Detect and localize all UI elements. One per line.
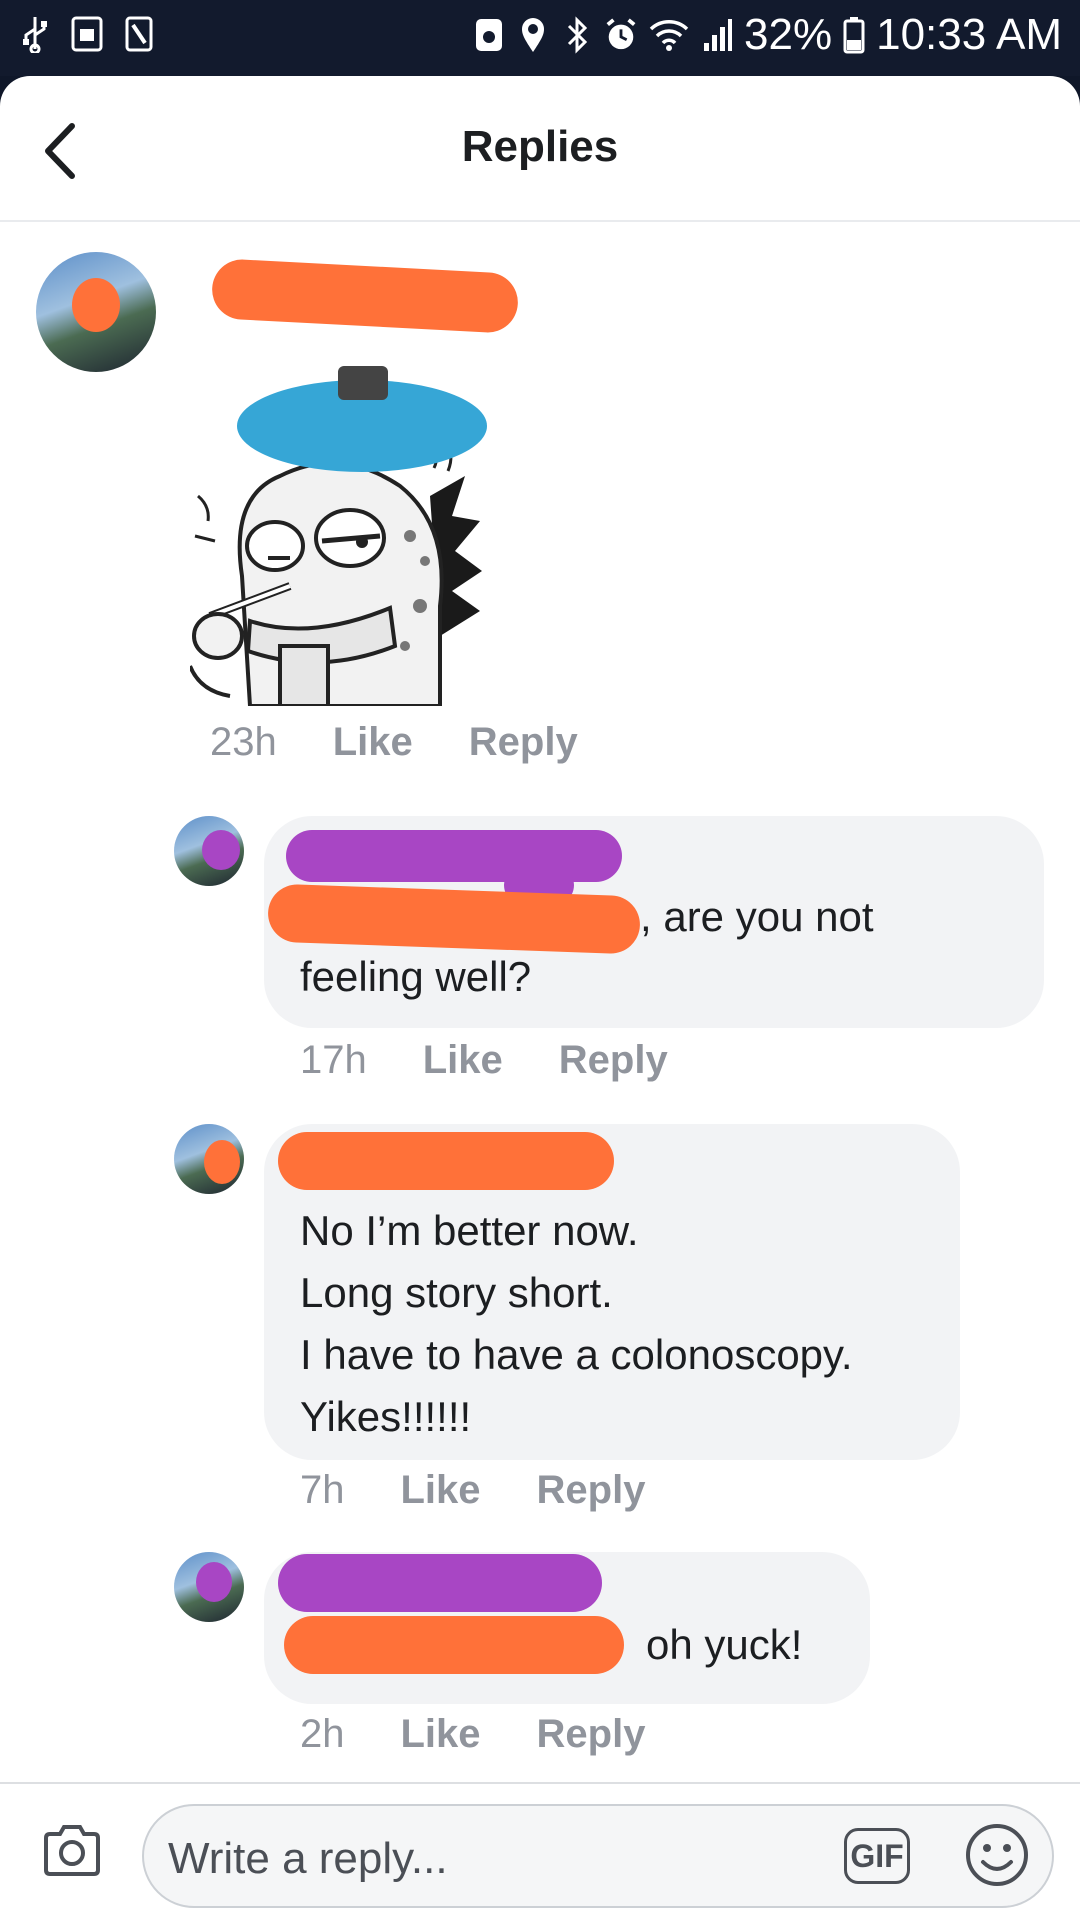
comment-text: oh yuck! [646, 1621, 803, 1668]
status-bar: 32% 10:33 AM [0, 0, 1080, 76]
comment-actions: 17h Like Reply [300, 1038, 668, 1083]
like-button[interactable]: Like [401, 1468, 481, 1513]
like-button[interactable]: Like [401, 1712, 481, 1757]
timestamp: 7h [300, 1468, 345, 1512]
redacted-author-name [278, 1554, 602, 1612]
redaction [72, 278, 120, 332]
page-title: Replies [461, 122, 619, 171]
cast-icon [472, 15, 506, 55]
clock: 10:33 AM [876, 10, 1062, 59]
wifi-icon [648, 15, 690, 55]
gif-button[interactable]: GIF [844, 1828, 910, 1884]
usb-icon [18, 14, 52, 54]
signal-icon [700, 15, 734, 55]
redacted-mention [267, 883, 641, 955]
reply-button[interactable]: Reply [537, 1712, 646, 1757]
comment-text: No I’m better now. Long story short. I h… [300, 1207, 853, 1440]
redacted-author-name [278, 1132, 614, 1190]
comment-actions: 7h Like Reply [300, 1468, 645, 1513]
comment-bubble: No I’m better now. Long story short. I h… [264, 1124, 960, 1460]
reply-button[interactable]: Reply [537, 1468, 646, 1513]
redacted-mention [284, 1616, 624, 1674]
camera-icon [44, 1825, 100, 1876]
timestamp: 2h [300, 1712, 345, 1756]
redaction [202, 830, 240, 870]
screenshot-icon [70, 14, 104, 54]
redacted-author-name [210, 258, 520, 334]
like-button[interactable]: Like [333, 720, 413, 765]
nfc-icon [122, 14, 156, 54]
reply-placeholder: Write a reply... [168, 1834, 448, 1883]
reply-button[interactable]: Reply [469, 720, 578, 765]
location-icon [516, 15, 550, 55]
alarm-icon [604, 15, 638, 55]
reply-button[interactable]: Reply [559, 1038, 668, 1083]
header: Replies [0, 76, 1080, 222]
battery-icon [842, 15, 866, 55]
comment-bubble: , are you not feeling well? [264, 816, 1044, 1028]
timestamp: 17h [300, 1038, 367, 1082]
redaction [204, 1140, 240, 1184]
battery-percent: 32% [744, 10, 833, 59]
like-button[interactable]: Like [423, 1038, 503, 1083]
comment-text: feeling well? [300, 953, 532, 1000]
avatar[interactable] [36, 252, 156, 372]
replies-sheet: Replies 23h Like Reply , are you not fee… [0, 76, 1080, 1920]
comment-text: , are you not [640, 893, 874, 940]
timestamp: 23h [210, 720, 277, 764]
bluetooth-icon [560, 15, 594, 55]
reply-composer: Write a reply... GIF [0, 1782, 1080, 1920]
sticker-image[interactable] [188, 346, 530, 708]
sick-dinosaur-sticker [188, 366, 487, 708]
avatar[interactable] [174, 816, 244, 886]
smiley-icon [966, 1824, 1028, 1886]
redaction [196, 1562, 232, 1602]
post-actions: 23h Like Reply [210, 720, 578, 765]
avatar[interactable] [174, 1552, 244, 1622]
emoji-button[interactable] [964, 1822, 1030, 1888]
redacted-author-name [286, 830, 622, 882]
comment-actions: 2h Like Reply [300, 1712, 645, 1757]
avatar[interactable] [174, 1124, 244, 1194]
reply-input[interactable]: Write a reply... GIF [142, 1804, 1054, 1908]
camera-button[interactable] [42, 1822, 102, 1878]
comment-bubble: oh yuck! [264, 1552, 870, 1704]
